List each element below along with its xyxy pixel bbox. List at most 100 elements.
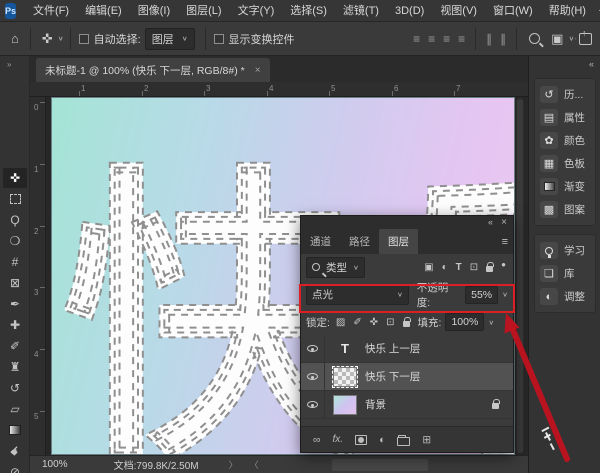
adjustment-layer-icon[interactable]: ◐ [379, 434, 385, 446]
dock-item-label: 图案 [564, 202, 585, 217]
menu-3d[interactable]: 3D(D) [387, 0, 432, 22]
home-icon[interactable]: ⌂ [6, 31, 24, 46]
show-transform-checkbox[interactable] [214, 34, 224, 44]
healing-brush-tool[interactable]: ✚ [3, 315, 27, 335]
layer-row-text[interactable]: T 快乐 上一层 [301, 335, 513, 363]
layer-style-icon[interactable]: fx. [333, 434, 344, 445]
minimize-button[interactable]: — [594, 3, 600, 19]
panel-menu-icon[interactable]: ≡ [502, 236, 507, 248]
fill-field[interactable]: 100% [445, 313, 484, 331]
dock-item-gradients[interactable]: 渐变 [535, 175, 595, 198]
dock-item-properties[interactable]: ▤ 属性 [535, 106, 595, 129]
dock-item-libraries[interactable]: ❏ 库 [535, 262, 595, 285]
workspace-icon[interactable]: ▣ [546, 31, 568, 47]
dock-item-patterns[interactable]: ▩ 图案 [535, 198, 595, 221]
align-top-icon[interactable]: ∥ [482, 32, 496, 46]
align-vertical-icon[interactable]: ∥ [496, 32, 510, 46]
layer-name: 背景 [365, 397, 386, 412]
crop-tool[interactable]: # [3, 252, 27, 272]
menu-image[interactable]: 图像(I) [130, 0, 178, 22]
menu-window[interactable]: 窗口(W) [485, 0, 541, 22]
filter-adjustment-icon[interactable]: ◐ [440, 262, 450, 273]
lock-all-icon[interactable] [403, 321, 410, 327]
eyedropper-tool[interactable]: ✒ [3, 294, 27, 314]
visibility-cell[interactable] [307, 363, 325, 390]
panel-close-icon[interactable]: × [501, 217, 507, 228]
history-brush-tool[interactable]: ↺ [3, 378, 27, 398]
eraser-tool[interactable]: ▱ [3, 399, 27, 419]
menu-help[interactable]: 帮助(H) [541, 0, 594, 22]
brush-tool[interactable]: ✐ [3, 336, 27, 356]
dock-collapse-icon[interactable]: « [589, 59, 594, 69]
layers-panel-footer: ∞ fx. ◐ ⊞ [301, 426, 513, 452]
visibility-cell[interactable] [307, 391, 325, 418]
marquee-tool[interactable] [3, 189, 27, 209]
menu-select[interactable]: 选择(S) [282, 0, 335, 22]
new-group-icon[interactable] [397, 437, 410, 446]
zoom-level-field[interactable]: 100% [30, 459, 78, 470]
layer-row-selected[interactable]: 快乐 下一层 [301, 363, 513, 391]
toolbar-collapse-icon[interactable]: » [7, 60, 10, 69]
ruler-number: 6 [394, 84, 398, 93]
menu-view[interactable]: 视图(V) [432, 0, 485, 22]
filter-text-icon[interactable]: T [454, 262, 464, 273]
vertical-scrollbar[interactable] [516, 98, 524, 454]
layer-row-background[interactable]: 背景 [301, 391, 513, 419]
menu-file[interactable]: 文件(F) [25, 0, 77, 22]
align-center-icon[interactable]: ≡ [424, 32, 439, 46]
frame-tool[interactable]: ⊠ [3, 273, 27, 293]
document-tab-bar: 未标题-1 @ 100% (快乐 下一层, RGB/8#) * × [30, 56, 528, 82]
tab-paths[interactable]: 路径 [340, 229, 379, 254]
menu-layer[interactable]: 图层(L) [178, 0, 229, 22]
dock-item-adjustments[interactable]: ◐ 调整 [535, 285, 595, 308]
align-right-icon[interactable]: ≡ [439, 32, 454, 46]
link-layers-icon[interactable]: ∞ [313, 434, 321, 446]
object-selection-tool[interactable]: ❍ [3, 231, 27, 251]
filter-type-dropdown[interactable]: 类型 ∨ [306, 257, 365, 278]
lock-pixels-icon[interactable]: ✐ [351, 317, 363, 328]
distribute-icon[interactable]: ≡ [454, 32, 469, 46]
move-tool-icon[interactable]: ✜ [37, 31, 58, 47]
history-icon: ↺ [540, 86, 558, 103]
tab-layers[interactable]: 图层 [379, 229, 418, 254]
clone-stamp-tool[interactable]: ♜ [3, 357, 27, 377]
dock-item-color[interactable]: ✿ 颜色 [535, 129, 595, 152]
dock-item-swatches[interactable]: ▦ 色板 [535, 152, 595, 175]
auto-select-checkbox[interactable] [79, 34, 89, 44]
document-tab-close-icon[interactable]: × [255, 65, 261, 76]
chevron-down-icon[interactable]: ∨ [488, 318, 494, 325]
more-options-icon[interactable]: ∨· [568, 35, 577, 42]
lock-position-icon[interactable]: ✜ [368, 317, 380, 328]
filter-toggle-icon[interactable]: ● [499, 260, 508, 269]
add-mask-icon[interactable] [355, 435, 367, 445]
lasso-tool[interactable]: Ϙ [3, 210, 27, 230]
dock-item-learn[interactable]: 学习 [535, 239, 595, 262]
auto-select-dropdown[interactable]: 图层 ∨ [145, 28, 195, 50]
menu-type[interactable]: 文字(Y) [230, 0, 283, 22]
gradient-tool[interactable] [3, 420, 27, 440]
chevron-down-icon[interactable]: ∨ [58, 35, 64, 42]
align-left-icon[interactable]: ≡ [409, 32, 424, 46]
tab-channels[interactable]: 通道 [301, 229, 340, 254]
lock-artboard-icon[interactable]: ⊡ [384, 317, 396, 328]
new-layer-icon[interactable]: ⊞ [422, 434, 431, 446]
status-next-icon[interactable]: 〉 [223, 458, 244, 471]
search-icon[interactable] [529, 33, 540, 44]
dodge-tool[interactable]: ⊘ [3, 462, 27, 473]
filter-frame-icon[interactable]: ⊡ [468, 262, 480, 273]
panel-collapse-icon[interactable]: « [488, 217, 493, 227]
filter-lock-icon[interactable] [486, 266, 493, 272]
menu-edit[interactable]: 编辑(E) [77, 0, 130, 22]
share-icon[interactable] [579, 33, 592, 45]
filter-image-icon[interactable]: ▣ [422, 262, 435, 273]
properties-icon: ▤ [540, 109, 558, 126]
lock-transparency-icon[interactable]: ▨ [334, 317, 347, 328]
visibility-cell[interactable] [307, 335, 325, 362]
dock-item-history[interactable]: ↺ 历... [535, 83, 595, 106]
smudge-tool[interactable]: ☛ [3, 441, 27, 461]
frame-tool-icon: ⊠ [10, 276, 20, 290]
status-prev-icon[interactable]: 〈 [244, 458, 265, 471]
document-tab[interactable]: 未标题-1 @ 100% (快乐 下一层, RGB/8#) * × [36, 58, 270, 82]
menu-filter[interactable]: 滤镜(T) [335, 0, 387, 22]
move-tool[interactable]: ✜ [3, 168, 27, 188]
